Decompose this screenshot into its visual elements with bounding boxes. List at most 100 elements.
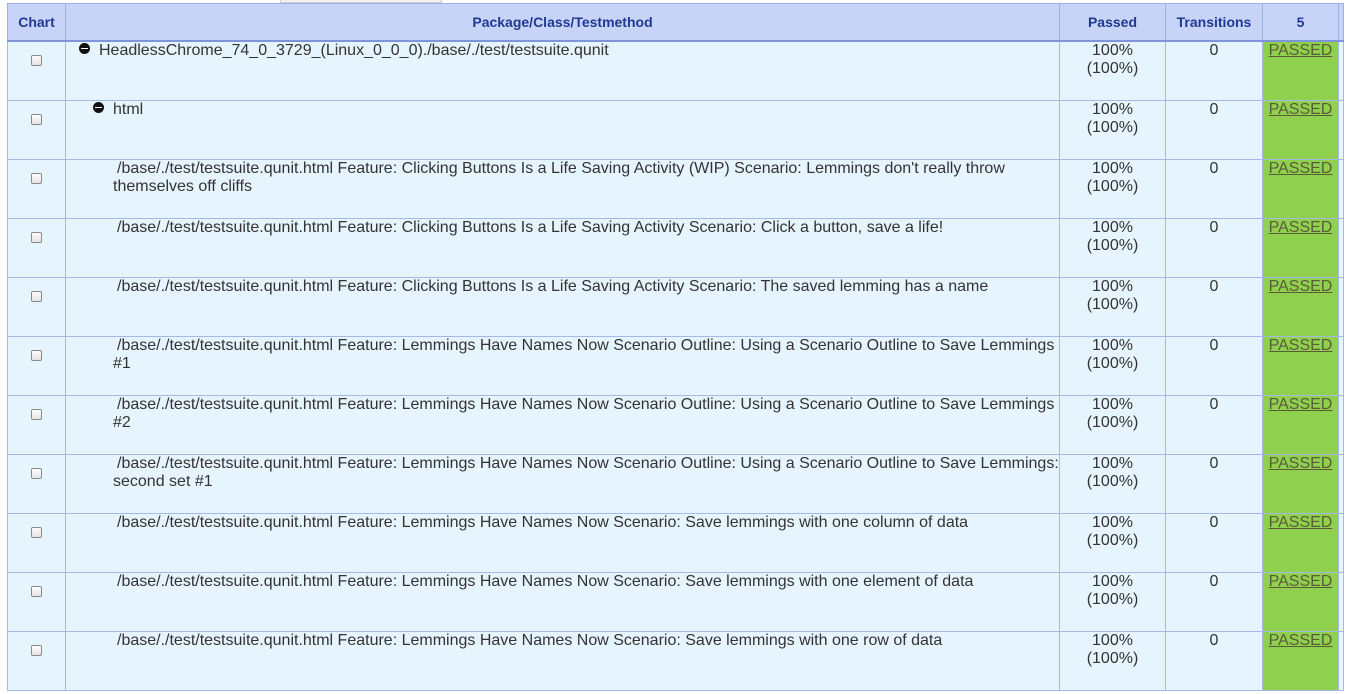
name-cell: /base/./test/testsuite.qunit.html Featur… <box>65 277 1060 337</box>
status-cell: PASSED <box>1262 631 1339 691</box>
chart-checkbox[interactable] <box>31 291 42 302</box>
chart-cell <box>7 159 66 219</box>
passed-subpercent: (100%) <box>1086 296 1139 313</box>
passed-cell: 100% (100%) <box>1059 454 1166 514</box>
transitions-cell: 0 <box>1165 277 1263 337</box>
passed-percent: 100% <box>1092 337 1133 354</box>
passed-cell: 100% (100%) <box>1059 336 1166 396</box>
pad-cell <box>1338 572 1344 632</box>
passed-subpercent: (100%) <box>1086 119 1139 136</box>
status-cell: PASSED <box>1262 395 1339 455</box>
chart-cell <box>7 631 66 691</box>
passed-subpercent: (100%) <box>1086 473 1139 490</box>
passed-subpercent: (100%) <box>1086 355 1139 372</box>
col-header-pad <box>1338 3 1344 42</box>
test-name: /base/./test/testsuite.qunit.html Featur… <box>113 160 1005 195</box>
name-cell: html <box>65 100 1060 160</box>
pad-cell <box>1338 395 1344 455</box>
table-row-10: /base/./test/testsuite.qunit.html Featur… <box>7 631 1344 691</box>
transitions-cell: 0 <box>1165 395 1263 455</box>
status-link[interactable]: PASSED <box>1269 101 1333 118</box>
status-link[interactable]: PASSED <box>1269 573 1333 590</box>
status-cell: PASSED <box>1262 336 1339 396</box>
chart-cell <box>7 277 66 337</box>
chart-checkbox[interactable] <box>31 173 42 184</box>
status-link[interactable]: PASSED <box>1269 632 1333 649</box>
transitions-cell: 0 <box>1165 159 1263 219</box>
transitions-cell: 0 <box>1165 218 1263 278</box>
chart-checkbox[interactable] <box>31 409 42 420</box>
status-link[interactable]: PASSED <box>1269 219 1333 236</box>
name-cell: /base/./test/testsuite.qunit.html Featur… <box>65 395 1060 455</box>
chart-checkbox[interactable] <box>31 645 42 656</box>
passed-percent: 100% <box>1092 573 1133 590</box>
passed-cell: 100% (100%) <box>1059 100 1166 160</box>
passed-percent: 100% <box>1092 160 1133 177</box>
passed-percent: 100% <box>1092 514 1133 531</box>
passed-percent: 100% <box>1092 278 1133 295</box>
status-link[interactable]: PASSED <box>1269 42 1333 59</box>
chart-checkbox[interactable] <box>31 350 42 361</box>
status-link[interactable]: PASSED <box>1269 396 1333 413</box>
table-row-5: /base/./test/testsuite.qunit.html Featur… <box>7 336 1344 396</box>
chart-checkbox[interactable] <box>31 232 42 243</box>
chart-checkbox[interactable] <box>31 527 42 538</box>
test-name: /base/./test/testsuite.qunit.html Featur… <box>117 219 944 236</box>
status-link[interactable]: PASSED <box>1269 455 1333 472</box>
table-row-7: /base/./test/testsuite.qunit.html Featur… <box>7 454 1344 514</box>
test-name: /base/./test/testsuite.qunit.html Featur… <box>113 396 1055 431</box>
chart-checkbox[interactable] <box>31 114 42 125</box>
name-cell: /base/./test/testsuite.qunit.html Featur… <box>65 454 1060 514</box>
name-cell: HeadlessChrome_74_0_3729_(Linux_0_0_0)./… <box>65 40 1060 101</box>
status-link[interactable]: PASSED <box>1269 278 1333 295</box>
chart-cell <box>7 218 66 278</box>
transitions-cell: 0 <box>1165 40 1263 101</box>
status-cell: PASSED <box>1262 513 1339 573</box>
name-cell: /base/./test/testsuite.qunit.html Featur… <box>65 631 1060 691</box>
passed-percent: 100% <box>1092 42 1133 59</box>
chart-checkbox[interactable] <box>31 586 42 597</box>
table-row-4: /base/./test/testsuite.qunit.html Featur… <box>7 277 1344 337</box>
chart-cell <box>7 395 66 455</box>
test-name: /base/./test/testsuite.qunit.html Featur… <box>117 514 969 531</box>
passed-percent: 100% <box>1092 455 1133 472</box>
pad-cell <box>1338 513 1344 573</box>
table-row-9: /base/./test/testsuite.qunit.html Featur… <box>7 572 1344 632</box>
pad-cell <box>1338 631 1344 691</box>
collapse-toggle-icon[interactable] <box>79 43 90 54</box>
name-cell: /base/./test/testsuite.qunit.html Featur… <box>65 336 1060 396</box>
chart-checkbox[interactable] <box>31 468 42 479</box>
col-header-transitions[interactable]: Transitions <box>1165 3 1263 42</box>
status-cell: PASSED <box>1262 159 1339 219</box>
col-header-chart[interactable]: Chart <box>7 3 66 42</box>
pad-cell <box>1338 277 1344 337</box>
collapse-toggle-icon[interactable] <box>93 102 104 113</box>
pad-cell <box>1338 218 1344 278</box>
passed-percent: 100% <box>1092 396 1133 413</box>
col-header-name[interactable]: Package/Class/Testmethod <box>65 3 1060 42</box>
transitions-cell: 0 <box>1165 513 1263 573</box>
status-link[interactable]: PASSED <box>1269 337 1333 354</box>
col-header-passed[interactable]: Passed <box>1059 3 1166 42</box>
passed-cell: 100% (100%) <box>1059 277 1166 337</box>
table-row-6: /base/./test/testsuite.qunit.html Featur… <box>7 395 1344 455</box>
passed-cell: 100% (100%) <box>1059 631 1166 691</box>
name-cell: /base/./test/testsuite.qunit.html Featur… <box>65 218 1060 278</box>
chart-cell <box>7 454 66 514</box>
chart-checkbox[interactable] <box>31 55 42 66</box>
passed-cell: 100% (100%) <box>1059 513 1166 573</box>
pad-cell <box>1338 336 1344 396</box>
pad-cell <box>1338 40 1344 101</box>
passed-cell: 100% (100%) <box>1059 218 1166 278</box>
table-row-8: /base/./test/testsuite.qunit.html Featur… <box>7 513 1344 573</box>
status-link[interactable]: PASSED <box>1269 514 1333 531</box>
test-name: /base/./test/testsuite.qunit.html Featur… <box>113 337 1055 372</box>
table-row-1: html 100% (100%) 0 PASSED <box>7 100 1344 160</box>
status-cell: PASSED <box>1262 40 1339 101</box>
status-link[interactable]: PASSED <box>1269 160 1333 177</box>
status-cell: PASSED <box>1262 100 1339 160</box>
passed-subpercent: (100%) <box>1086 178 1139 195</box>
col-header-run[interactable]: 5 <box>1262 3 1339 42</box>
status-cell: PASSED <box>1262 454 1339 514</box>
table-body: HeadlessChrome_74_0_3729_(Linux_0_0_0)./… <box>7 40 1344 691</box>
